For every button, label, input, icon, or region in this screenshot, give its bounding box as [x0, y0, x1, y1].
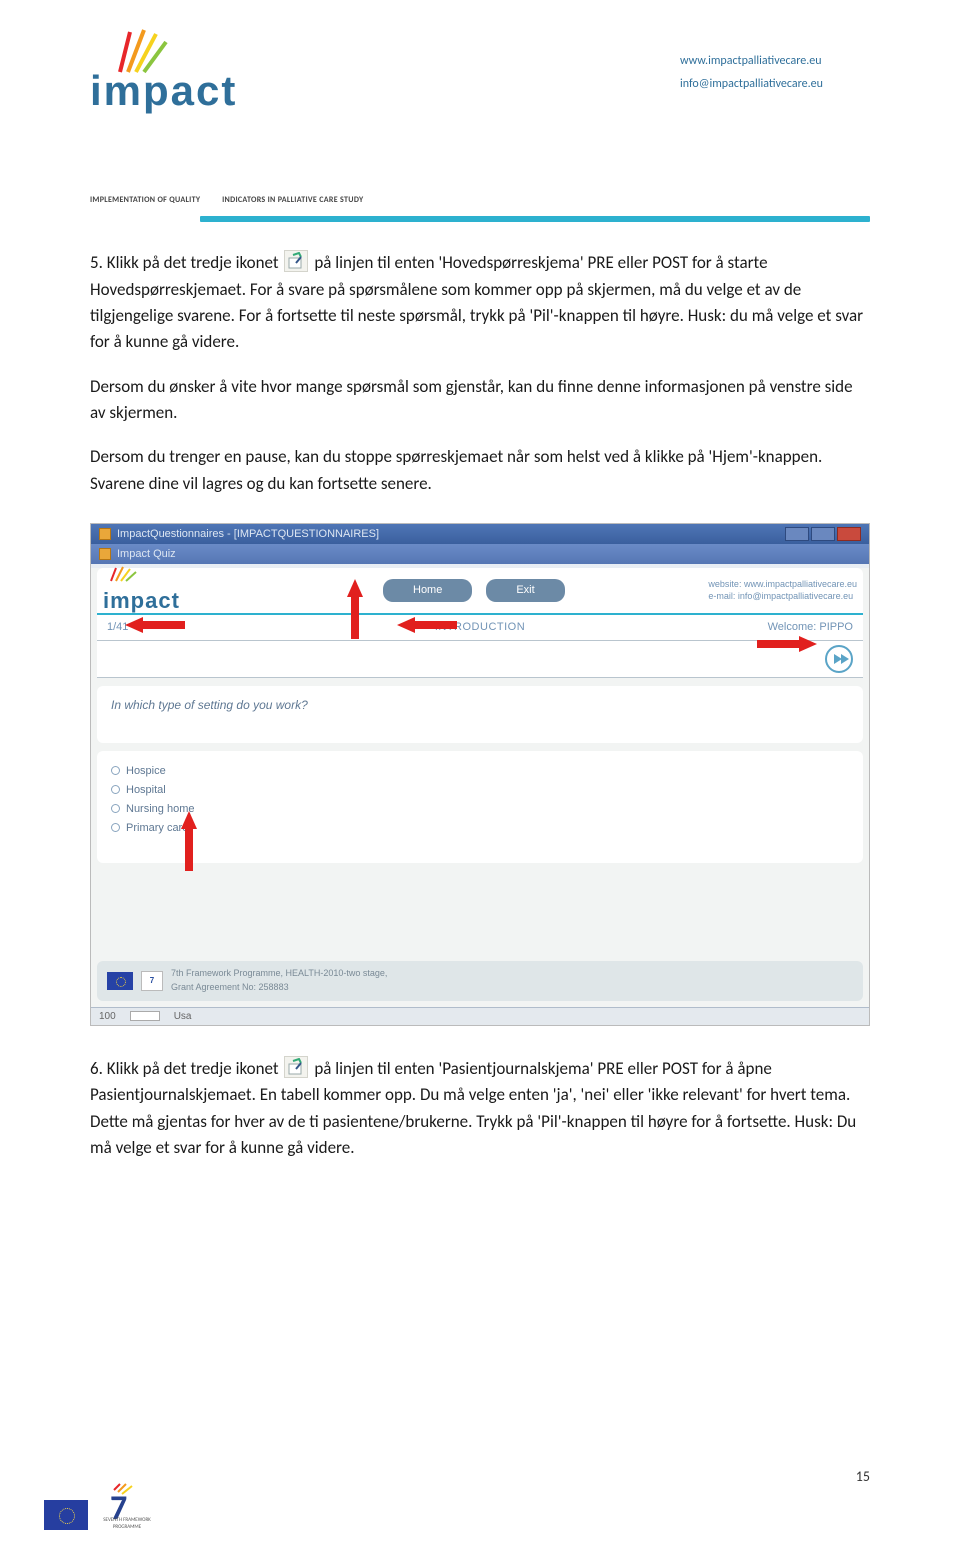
impact-logo: impact IMPLEMENTATION OF QUALITY INDICAT…: [90, 30, 350, 206]
child-window-titlebar[interactable]: Impact Quiz: [91, 544, 869, 564]
document-body-2: 6. Klikk på det tredje ikonet på linjen …: [90, 1056, 870, 1161]
paragraph-step6: 6. Klikk på det tredje ikonet på linjen …: [90, 1056, 870, 1161]
footer-logos: 7 SEVENTH FRAMEWORK PROGRAMME: [44, 1486, 144, 1530]
answer-option[interactable]: Hospital: [111, 782, 849, 799]
app-screenshot: ImpactQuestionnaires - [IMPACTQUESTIONNA…: [90, 523, 870, 1026]
questionnaire-start-icon: [284, 250, 308, 272]
logo-word: impact: [90, 58, 237, 123]
questionnaire-start-icon: [284, 1056, 308, 1078]
contact-info: www.impactpalliativecare.eu info@impactp…: [680, 50, 870, 96]
annotation-arrow-answers: [177, 811, 201, 881]
eu-flag-icon: [44, 1500, 88, 1530]
contact-email: info@impactpalliativecare.eu: [680, 73, 870, 96]
document-body: 5. Klikk på det tredje ikonet på linjen …: [90, 250, 870, 497]
maximize-button[interactable]: [811, 527, 835, 541]
question-text: In which type of setting do you work?: [111, 698, 308, 712]
child-window-title: Impact Quiz: [117, 546, 176, 563]
page-number: 15: [856, 1466, 870, 1488]
answer-option[interactable]: Nursing home: [111, 801, 849, 818]
status-lang: Usa: [174, 1009, 192, 1025]
home-button[interactable]: Home: [383, 579, 472, 602]
quiz-logo: impact: [103, 568, 253, 612]
quiz-header: impact Home Exit website: www.impactpall…: [97, 568, 863, 615]
fp7-icon: 7: [141, 971, 163, 991]
page-header: impact IMPLEMENTATION OF QUALITY INDICAT…: [90, 30, 870, 206]
paragraph-remaining: Dersom du ønsker å vite hvor mange spørs…: [90, 374, 870, 427]
paragraph-step5: 5. Klikk på det tredje ikonet på linjen …: [90, 250, 870, 355]
quiz-contact-info: website: www.impactpalliativecare.eu e-m…: [708, 578, 857, 603]
fp7-logo: 7 SEVENTH FRAMEWORK PROGRAMME: [104, 1486, 144, 1530]
quiz-progress-bar: 1/41 INTRODUCTION Welcome: PIPPO: [97, 615, 863, 641]
header-separator: [200, 216, 870, 222]
logo-burst-icon: [107, 566, 147, 582]
close-button[interactable]: [837, 527, 861, 541]
eu-flag-icon: [107, 972, 133, 990]
question-panel: In which type of setting do you work?: [97, 686, 863, 743]
annotation-arrow-home: [343, 579, 367, 649]
next-button[interactable]: [825, 645, 853, 673]
annotation-arrow-section: [397, 612, 467, 638]
annotation-arrow-next: [747, 631, 817, 657]
status-bar: 100 Usa: [91, 1007, 869, 1025]
annotation-arrow-progress: [125, 612, 195, 638]
quiz-footer: 7 7th Framework Programme, HEALTH-2010-t…: [97, 961, 863, 1001]
exit-button[interactable]: Exit: [486, 579, 564, 602]
window-controls[interactable]: [785, 527, 861, 541]
app-icon: [99, 528, 111, 540]
answer-option[interactable]: Hospice: [111, 763, 849, 780]
child-app-icon: [99, 548, 111, 560]
window-titlebar[interactable]: ImpactQuestionnaires - [IMPACTQUESTIONNA…: [91, 524, 869, 544]
window-title: ImpactQuestionnaires - [IMPACTQUESTIONNA…: [117, 526, 379, 543]
answer-option[interactable]: Primary care: [111, 820, 849, 837]
paragraph-pause: Dersom du trenger en pause, kan du stopp…: [90, 444, 870, 497]
minimize-button[interactable]: [785, 527, 809, 541]
status-zoom: 100: [99, 1009, 116, 1025]
logo-subline: IMPLEMENTATION OF QUALITY INDICATORS IN …: [90, 194, 350, 206]
contact-url: www.impactpalliativecare.eu: [680, 50, 870, 73]
answers-panel: Hospice Hospital Nursing home Primary ca…: [97, 751, 863, 863]
